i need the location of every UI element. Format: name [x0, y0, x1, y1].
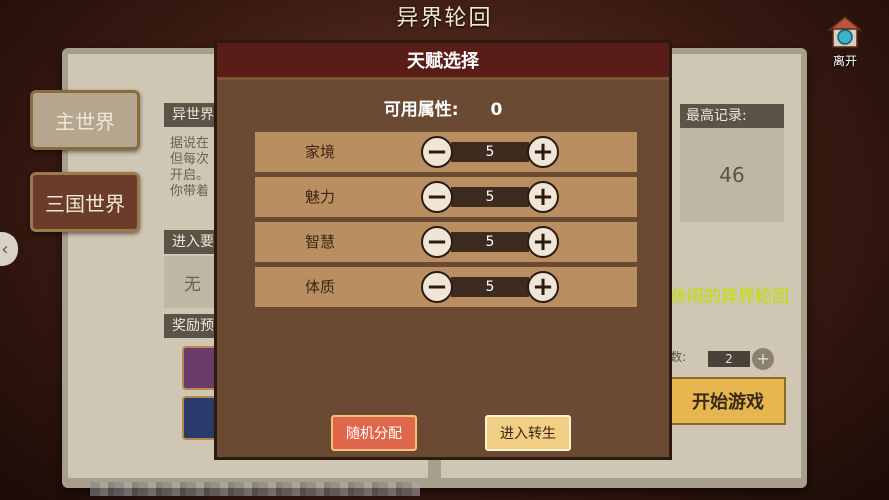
- attribute-value: 5: [451, 187, 529, 207]
- plus-button[interactable]: +: [527, 271, 559, 303]
- blurred-footer: [90, 482, 420, 496]
- random-allocate-button[interactable]: 随机分配: [331, 415, 417, 451]
- tab-main-world-label: 主世界: [55, 109, 115, 134]
- record-value: 46: [680, 128, 784, 222]
- plus-icon: +: [532, 227, 554, 257]
- modal-title: 天赋选择: [217, 43, 669, 80]
- plus-button[interactable]: +: [527, 136, 559, 168]
- plus-icon: +: [532, 272, 554, 302]
- attribute-name: 魅力: [305, 188, 336, 206]
- title-bar: 异界轮回: [0, 0, 889, 38]
- attribute-value: 5: [451, 232, 529, 252]
- minus-button[interactable]: −: [421, 271, 453, 303]
- record-header: 最高记录:: [680, 104, 784, 128]
- tab-main-world[interactable]: 主世界: [30, 90, 140, 150]
- description-line: 你带着: [170, 184, 210, 199]
- start-game-button[interactable]: 开始游戏: [670, 377, 786, 425]
- attribute-row: 智慧 5 − +: [255, 222, 637, 262]
- requirement-value: 无: [184, 275, 201, 295]
- exit-label: 离开: [832, 54, 857, 68]
- attribute-row: 魅力 5 − +: [255, 177, 637, 217]
- available-label: 可用属性:: [383, 100, 459, 120]
- description-line: 开启。: [170, 168, 210, 183]
- tab-sanguo-world-label: 三国世界: [45, 191, 125, 216]
- description-line: 但每次: [170, 152, 210, 167]
- prev-arrow-button[interactable]: ‹: [0, 232, 18, 266]
- world-description: 据说在 但每次 开启。 你带着: [170, 136, 209, 200]
- plus-button[interactable]: +: [527, 181, 559, 213]
- attribute-row: 家境 5 − +: [255, 132, 637, 172]
- minus-icon: −: [426, 227, 448, 257]
- plus-button[interactable]: +: [527, 226, 559, 258]
- minus-button[interactable]: −: [421, 136, 453, 168]
- screen-title: 异界轮回: [396, 6, 493, 31]
- house-icon: [827, 16, 863, 48]
- attribute-row: 体质 5 − +: [255, 267, 637, 307]
- count-label: 数:: [670, 350, 687, 364]
- count-value: 2: [708, 351, 750, 367]
- description-line: 据说在: [170, 136, 210, 151]
- minus-icon: −: [426, 182, 448, 212]
- available-value: 0: [490, 100, 503, 120]
- minus-icon: −: [426, 272, 448, 302]
- tagline-text: 休闲的异界轮回: [670, 287, 789, 307]
- attribute-name: 体质: [305, 278, 336, 296]
- minus-button[interactable]: −: [421, 181, 453, 213]
- plus-icon: +: [532, 137, 554, 167]
- attribute-name: 家境: [305, 143, 336, 161]
- talent-modal: 天赋选择 可用属性: 0 家境 5 − + 魅力 5 − + 智慧 5 − + …: [214, 40, 672, 460]
- minus-button[interactable]: −: [421, 226, 453, 258]
- attribute-name: 智慧: [305, 233, 336, 251]
- minus-icon: −: [426, 137, 448, 167]
- tab-sanguo-world[interactable]: 三国世界: [30, 172, 140, 232]
- attribute-value: 5: [451, 277, 529, 297]
- chevron-left-icon: ‹: [1, 238, 9, 260]
- attribute-value: 5: [451, 142, 529, 162]
- available-points: 可用属性: 0: [217, 95, 669, 120]
- count-plus-button[interactable]: +: [752, 348, 774, 370]
- plus-icon: +: [532, 182, 554, 212]
- exit-button[interactable]: 离开: [822, 14, 868, 72]
- enter-reincarnation-button[interactable]: 进入转生: [485, 415, 571, 451]
